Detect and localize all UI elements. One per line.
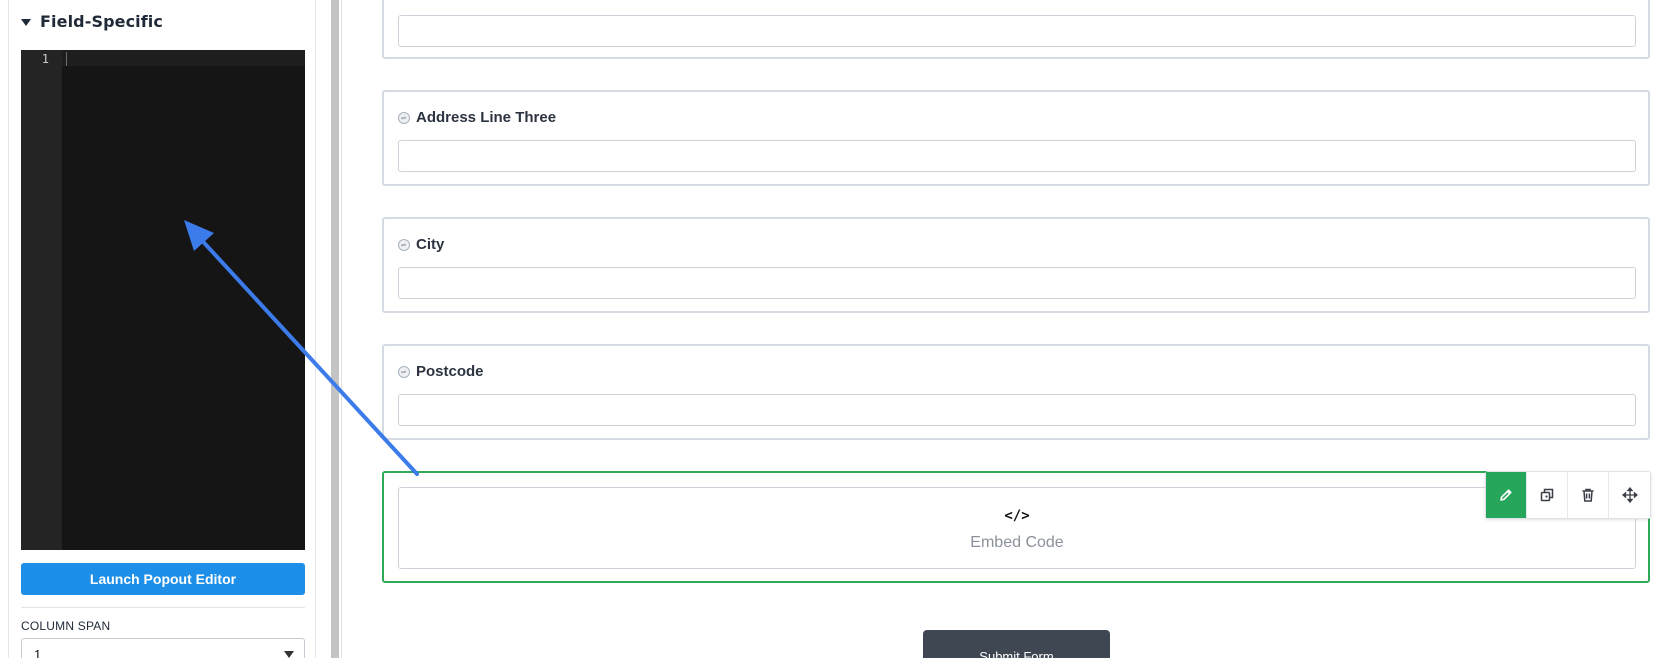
embed-code-preview[interactable]: </> Embed Code	[398, 487, 1636, 569]
edit-field-button[interactable]	[1486, 472, 1527, 518]
pencil-icon	[1500, 489, 1512, 501]
field-toolbar	[1485, 471, 1651, 519]
duplicate-field-button[interactable]	[1527, 472, 1568, 518]
panel-resize-handle[interactable]	[331, 0, 339, 658]
form-field-card[interactable]	[382, 0, 1650, 59]
column-span-label: COLUMN SPAN	[21, 619, 111, 633]
field-type-icon	[398, 365, 410, 378]
field-label-row: Address Line Three	[398, 109, 556, 126]
field-type-icon	[398, 238, 410, 251]
divider	[21, 607, 305, 608]
section-title: Field-Specific	[40, 12, 163, 31]
field-label: Postcode	[416, 363, 484, 380]
code-editor[interactable]: 1	[21, 50, 305, 550]
line-number: 1	[41, 52, 49, 66]
column-span-select[interactable]: 1	[21, 638, 305, 658]
editor-gutter: 1	[21, 50, 62, 550]
delete-field-button[interactable]	[1568, 472, 1609, 518]
field-type-icon	[398, 111, 410, 124]
trash-icon	[1582, 488, 1594, 502]
field-specific-header[interactable]: Field-Specific	[21, 12, 163, 31]
submit-form-button[interactable]: Submit Form	[923, 630, 1110, 658]
settings-panel: Field-Specific 1 Launch Popout Editor CO…	[0, 0, 318, 658]
embed-code-label: Embed Code	[970, 534, 1064, 551]
launch-popout-editor-button[interactable]: Launch Popout Editor	[21, 563, 305, 595]
city-input[interactable]	[398, 267, 1636, 299]
postcode-input[interactable]	[398, 394, 1636, 426]
field-label: Address Line Three	[416, 109, 557, 126]
move-icon	[1621, 487, 1638, 503]
field-label-row: Postcode	[398, 363, 484, 380]
form-field-card[interactable]: City	[382, 217, 1650, 313]
code-icon: </>	[1004, 508, 1030, 524]
form-field-card[interactable]: Address Line Three	[382, 90, 1650, 186]
chevron-down-icon	[284, 651, 294, 658]
form-field-card[interactable]: Postcode	[382, 344, 1650, 440]
field-label-row: City	[398, 236, 444, 253]
caret-down-icon	[21, 18, 31, 26]
column-span-value: 1	[34, 647, 42, 658]
field-label: City	[416, 236, 445, 253]
duplicate-icon	[1540, 488, 1554, 502]
embed-code-field-card[interactable]: </> Embed Code	[382, 471, 1650, 583]
form-builder-page: Field-Specific 1 Launch Popout Editor CO…	[0, 0, 1668, 658]
address-line-three-input[interactable]	[398, 140, 1636, 172]
editor-cursor	[66, 52, 67, 66]
move-field-handle[interactable]	[1609, 472, 1650, 518]
text-input[interactable]	[398, 15, 1636, 47]
editor-active-line	[62, 50, 305, 66]
panel-divider	[341, 0, 342, 658]
